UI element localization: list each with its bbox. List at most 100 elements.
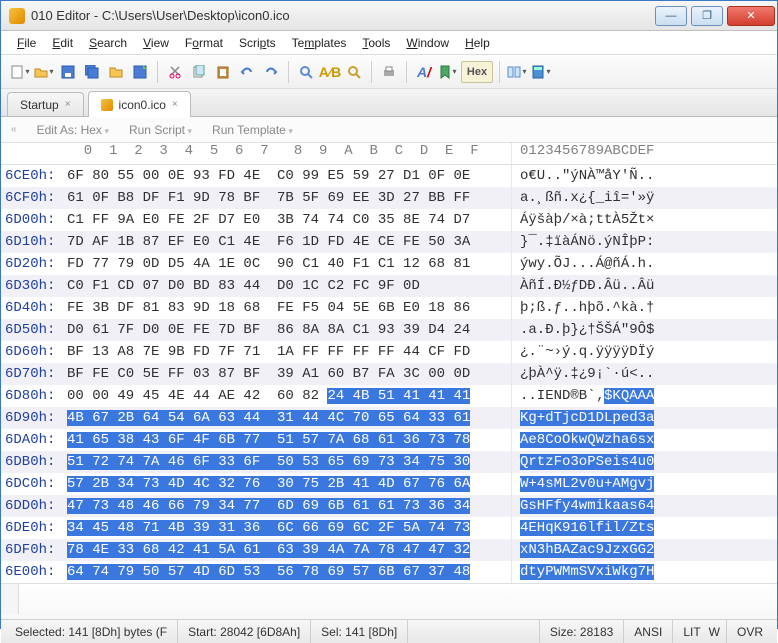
hex-row[interactable]: 6D70h:BF FE C0 5E FF 03 87 BF 39 A1 60 B… [1,363,777,385]
ascii-cell[interactable]: ¿þÀ^ÿ.‡¿9¡`·ú<.. [511,363,777,385]
ascii-cell[interactable]: þ;ß.ƒ..hþõ.^kà.† [511,297,777,319]
ascii-cell[interactable]: o€U.."ýNÀ™åY'Ñ.. [511,165,777,187]
menu-window[interactable]: Window [400,34,455,52]
hex-row[interactable]: 6DA0h:41 65 38 43 6F 4F 6B 77 51 57 7A 6… [1,429,777,451]
hex-row[interactable]: 6DF0h:78 4E 33 68 42 41 5A 61 63 39 4A 7… [1,539,777,561]
run-template-dropdown[interactable]: Run Template [212,123,293,137]
menu-tools[interactable]: Tools [356,34,396,52]
new-file-button[interactable] [9,61,31,83]
minimize-button[interactable]: — [655,6,687,26]
menu-search[interactable]: Search [83,34,133,52]
hex-row[interactable]: 6D60h:BF 13 A8 7E 9B FD 7F 71 1A FF FF F… [1,341,777,363]
hex-row[interactable]: 6D80h:00 00 49 45 4E 44 AE 42 60 82 24 4… [1,385,777,407]
menu-view[interactable]: View [137,34,175,52]
hex-row[interactable]: 6D40h:FE 3B DF 81 83 9D 18 68 FE F5 04 5… [1,297,777,319]
ascii-cell[interactable]: a.¸ßñ.x¿{_iî='»ÿ [511,187,777,209]
collapse-icon[interactable]: « [11,124,17,135]
ascii-cell[interactable]: ýwy.ÕJ...Á@ñÁ.h. [511,253,777,275]
status-insert-mode[interactable]: OVR [727,620,773,643]
copy-button[interactable] [188,61,210,83]
bytes-cell[interactable]: C1 FF 9A E0 FE 2F D7 E0 3B 74 74 C0 35 8… [63,209,511,231]
hex-row[interactable]: 6D10h:7D AF 1B 87 EF E0 C1 4E F6 1D FD 4… [1,231,777,253]
bytes-cell[interactable]: 7D AF 1B 87 EF E0 C1 4E F6 1D FD 4E CE F… [63,231,511,253]
status-write[interactable]: W [703,620,727,643]
ascii-cell[interactable]: W+4sML2v0u+AMgvj [511,473,777,495]
ascii-cell[interactable]: xN3hBAZac9JzxGG2 [511,539,777,561]
menu-format[interactable]: Format [179,34,229,52]
ascii-cell[interactable]: GsHFfy4wmikaas64 [511,495,777,517]
bytes-cell[interactable]: BF FE C0 5E FF 03 87 BF 39 A1 60 B7 FA 3… [63,363,511,385]
ascii-cell[interactable]: }¯.‡ïàÁNö.ýNÎþP: [511,231,777,253]
save-button[interactable] [57,61,79,83]
bytes-cell[interactable]: C0 F1 CD 07 D0 BD 83 44 D0 1C C2 FC 9F 0… [63,275,511,297]
hex-editor-body[interactable]: 6CE0h:6F 80 55 00 0E 93 FD 4E C0 99 E5 5… [1,165,777,583]
bytes-cell[interactable]: 47 73 48 46 66 79 34 77 6D 69 6B 61 61 7… [63,495,511,517]
edit-as-dropdown[interactable]: Edit As: Hex [37,123,109,137]
ascii-cell[interactable]: ÀñÍ.Ð½ƒDÐ.Âü..Âü [511,275,777,297]
save-as-button[interactable] [129,61,151,83]
highlight-button[interactable]: A/ [413,61,435,83]
undo-button[interactable] [236,61,258,83]
replace-button[interactable]: A⁄B [319,61,341,83]
find-button[interactable] [295,61,317,83]
ascii-cell[interactable]: ..IEND®B`‚$KQAAA [511,385,777,407]
hex-row[interactable]: 6D00h:C1 FF 9A E0 FE 2F D7 E0 3B 74 74 C… [1,209,777,231]
ascii-cell[interactable]: 4EHqK916lfil/Zts [511,517,777,539]
bytes-cell[interactable]: 34 45 48 71 4B 39 31 36 6C 66 69 6C 2F 5… [63,517,511,539]
menu-file[interactable]: File [11,34,42,52]
bytes-cell[interactable]: 64 74 79 50 57 4D 6D 53 56 78 69 57 6B 6… [63,561,511,583]
bytes-cell[interactable]: 6F 80 55 00 0E 93 FD 4E C0 99 E5 59 27 D… [63,165,511,187]
tab-file[interactable]: icon0.ico × [88,91,191,117]
hex-row[interactable]: 6CE0h:6F 80 55 00 0E 93 FD 4E C0 99 E5 5… [1,165,777,187]
hex-row[interactable]: 6DC0h:57 2B 34 73 4D 4C 32 76 30 75 2B 4… [1,473,777,495]
save-all-button[interactable] [81,61,103,83]
menu-help[interactable]: Help [459,34,496,52]
hex-mode-button[interactable]: Hex [461,61,493,83]
hex-row[interactable]: 6D20h:FD 77 79 0D D5 4A 1E 0C 90 C1 40 F… [1,253,777,275]
bookmarks-button[interactable] [437,61,459,83]
bytes-cell[interactable]: FE 3B DF 81 83 9D 18 68 FE F5 04 5E 6B E… [63,297,511,319]
ascii-cell[interactable]: Áÿšàþ/×à;ttÀ5Žt× [511,209,777,231]
bytes-cell[interactable]: D0 61 7F D0 0E FE 7D BF 86 8A 8A C1 93 3… [63,319,511,341]
hex-row[interactable]: 6DD0h:47 73 48 46 66 79 34 77 6D 69 6B 6… [1,495,777,517]
bytes-cell[interactable]: 4B 67 2B 64 54 6A 63 44 31 44 4C 70 65 6… [63,407,511,429]
hex-row[interactable]: 6D90h:4B 67 2B 64 54 6A 63 44 31 44 4C 7… [1,407,777,429]
menu-edit[interactable]: Edit [46,34,79,52]
run-script-dropdown[interactable]: Run Script [129,123,192,137]
close-button[interactable]: ✕ [727,6,775,26]
open-file-button[interactable] [33,61,55,83]
hex-row[interactable]: 6E00h:64 74 79 50 57 4D 6D 53 56 78 69 5… [1,561,777,583]
hex-row[interactable]: 6DE0h:34 45 48 71 4B 39 31 36 6C 66 69 6… [1,517,777,539]
cut-button[interactable] [164,61,186,83]
bytes-cell[interactable]: 57 2B 34 73 4D 4C 32 76 30 75 2B 41 4D 6… [63,473,511,495]
hex-row[interactable]: 6D30h:C0 F1 CD 07 D0 BD 83 44 D0 1C C2 F… [1,275,777,297]
status-endian[interactable]: LIT [673,620,702,643]
bytes-cell[interactable]: 61 0F B8 DF F1 9D 78 BF 7B 5F 69 EE 3D 2… [63,187,511,209]
redo-button[interactable] [260,61,282,83]
paste-button[interactable] [212,61,234,83]
hex-row[interactable]: 6CF0h:61 0F B8 DF F1 9D 78 BF 7B 5F 69 E… [1,187,777,209]
hex-row[interactable]: 6DB0h:51 72 74 7A 46 6F 33 6F 50 53 65 6… [1,451,777,473]
status-encoding[interactable]: ANSI [624,620,673,643]
bytes-cell[interactable]: BF 13 A8 7E 9B FD 7F 71 1A FF FF FF FF 4… [63,341,511,363]
ascii-cell[interactable]: dtyPWMmSVxiWkg7H [511,561,777,583]
print-button[interactable] [378,61,400,83]
bytes-cell[interactable]: 51 72 74 7A 46 6F 33 6F 50 53 65 69 73 3… [63,451,511,473]
inspector-tab[interactable] [1,584,19,614]
bytes-cell[interactable]: 78 4E 33 68 42 41 5A 61 63 39 4A 7A 78 4… [63,539,511,561]
ascii-cell[interactable]: QrtzFo3oPSeis4u0 [511,451,777,473]
open-folder-button[interactable] [105,61,127,83]
ascii-cell[interactable]: Ae8CoOkwQWzha6sx [511,429,777,451]
ascii-cell[interactable]: Kg+dTjcD1DLped3a [511,407,777,429]
tab-close-icon[interactable]: × [65,99,71,110]
tab-close-icon[interactable]: × [172,99,178,110]
hex-row[interactable]: 6D50h:D0 61 7F D0 0E FE 7D BF 86 8A 8A C… [1,319,777,341]
ascii-cell[interactable]: ¿.¨~›ý.q.ÿÿÿÿDÏý [511,341,777,363]
ascii-cell[interactable]: .a.Ð.þ}¿†ŠŠÁ"9Ô$ [511,319,777,341]
bytes-cell[interactable]: 41 65 38 43 6F 4F 6B 77 51 57 7A 68 61 3… [63,429,511,451]
find-in-files-button[interactable] [343,61,365,83]
maximize-button[interactable]: ❐ [691,6,723,26]
compare-button[interactable] [506,61,528,83]
bytes-cell[interactable]: FD 77 79 0D D5 4A 1E 0C 90 C1 40 F1 C1 1… [63,253,511,275]
tab-startup[interactable]: Startup × [7,92,84,116]
